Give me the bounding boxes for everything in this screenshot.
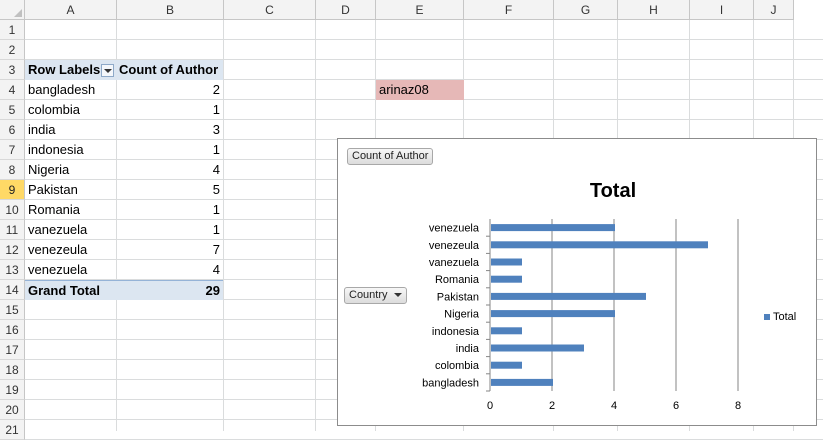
- pivot-row-value[interactable]: 5: [116, 180, 223, 200]
- row-header-10[interactable]: 10: [0, 200, 25, 220]
- pivot-row-label[interactable]: indonesia: [25, 140, 117, 160]
- chevron-down-icon: [393, 293, 402, 298]
- bar-vanezuela[interactable]: [491, 258, 522, 266]
- row-header-16[interactable]: 16: [0, 320, 25, 340]
- row-header-1[interactable]: 1: [0, 20, 25, 40]
- row-header-4[interactable]: 4: [0, 80, 25, 100]
- legend-label: Total: [773, 311, 796, 323]
- bar-india[interactable]: [491, 344, 584, 352]
- country-field-button[interactable]: Country: [344, 287, 407, 304]
- category-label: bangladesh: [422, 377, 479, 389]
- pivot-row-value[interactable]: 2: [116, 80, 223, 100]
- row-header-9[interactable]: 9: [0, 180, 25, 200]
- pivot-row-value[interactable]: 3: [116, 120, 223, 140]
- column-header-a[interactable]: A: [25, 0, 117, 20]
- grand-total-label[interactable]: Grand Total: [25, 280, 117, 300]
- category-label: colombia: [435, 360, 480, 372]
- pivot-row-value[interactable]: 4: [116, 260, 223, 280]
- row-labels-filter-dropdown[interactable]: [101, 64, 114, 77]
- pivot-row-value[interactable]: 4: [116, 160, 223, 180]
- column-header-j[interactable]: J: [754, 0, 794, 20]
- pivot-row-value[interactable]: 1: [116, 100, 223, 120]
- column-header-d[interactable]: D: [316, 0, 376, 20]
- column-header-b[interactable]: B: [117, 0, 224, 20]
- bar-venezeula[interactable]: [491, 241, 708, 249]
- column-header-h[interactable]: H: [618, 0, 690, 20]
- pivot-row-value[interactable]: 1: [116, 200, 223, 220]
- pivot-row-label[interactable]: venezuela: [25, 260, 117, 280]
- grand-total-value[interactable]: 29: [116, 280, 223, 300]
- row-header-8[interactable]: 8: [0, 160, 25, 180]
- pivot-row-label[interactable]: india: [25, 120, 117, 140]
- category-label: Nigeria: [444, 309, 480, 321]
- row-header-15[interactable]: 15: [0, 300, 25, 320]
- category-label: indonesia: [432, 326, 480, 338]
- pivot-row-label[interactable]: colombia: [25, 100, 117, 120]
- row-header-21[interactable]: 21: [0, 420, 25, 440]
- gridline-horizontal: [25, 39, 823, 40]
- row-header-13[interactable]: 13: [0, 260, 25, 280]
- row-header-14[interactable]: 14: [0, 280, 25, 300]
- spreadsheet-grid: ABCDEFGHIJ 1 2 3 4 5 6 7 8 9 10 11 12 13 14 15 16 17 18 19…: [0, 0, 823, 440]
- category-label: vanezuela: [429, 257, 480, 269]
- row-header-7[interactable]: 7: [0, 140, 25, 160]
- bar-nigeria[interactable]: [491, 310, 615, 318]
- row-header-20[interactable]: 20: [0, 400, 25, 420]
- category-label: india: [456, 343, 480, 355]
- x-tick-label: 4: [611, 400, 617, 412]
- row-header-19[interactable]: 19: [0, 380, 25, 400]
- x-tick-label: 2: [549, 400, 555, 412]
- pivot-row-label[interactable]: Pakistan: [25, 180, 117, 200]
- pivot-row-label[interactable]: Romania: [25, 200, 117, 220]
- pivot-row-label[interactable]: Nigeria: [25, 160, 117, 180]
- gridline-vertical: [223, 20, 224, 431]
- row-header-2[interactable]: 2: [0, 40, 25, 60]
- category-label: Pakistan: [437, 291, 479, 303]
- bar-venezuela[interactable]: [491, 224, 615, 232]
- count-of-author-field-button[interactable]: Count of Author: [347, 148, 434, 165]
- row-header-18[interactable]: 18: [0, 360, 25, 380]
- bar-romania[interactable]: [491, 275, 522, 283]
- row-header-3[interactable]: 3: [0, 60, 25, 80]
- row-header-11[interactable]: 11: [0, 220, 25, 240]
- chart-title: Total: [590, 180, 636, 202]
- row-header-12[interactable]: 12: [0, 240, 25, 260]
- x-tick-label: 6: [673, 400, 679, 412]
- select-all-corner[interactable]: [0, 0, 25, 20]
- column-header-f[interactable]: F: [464, 0, 554, 20]
- row-header-17[interactable]: 17: [0, 340, 25, 360]
- pivot-row-value[interactable]: 1: [116, 220, 223, 240]
- column-header-g[interactable]: G: [554, 0, 618, 20]
- pivot-row-label[interactable]: vanezuela: [25, 220, 117, 240]
- x-tick-label: 8: [735, 400, 741, 412]
- pivot-row-value[interactable]: 7: [116, 240, 223, 260]
- bar-bangladesh[interactable]: [491, 378, 553, 386]
- category-label: venezeula: [429, 240, 480, 252]
- pivot-row-value[interactable]: 1: [116, 140, 223, 160]
- bar-indonesia[interactable]: [491, 327, 522, 335]
- row-header-5[interactable]: 5: [0, 100, 25, 120]
- category-label: venezuela: [429, 223, 480, 235]
- column-header-c[interactable]: C: [224, 0, 316, 20]
- pivot-chart[interactable]: Count of Author Country Total 0 2 4 6 8 bangla…: [337, 138, 817, 426]
- pivot-row-label[interactable]: bangladesh: [25, 80, 117, 100]
- bar-colombia[interactable]: [491, 361, 522, 369]
- pivot-row-label[interactable]: venezeula: [25, 240, 117, 260]
- row-header-6[interactable]: 6: [0, 120, 25, 140]
- bar-pakistan[interactable]: [491, 292, 646, 300]
- legend-swatch: [764, 314, 770, 320]
- gridline-vertical: [315, 20, 316, 431]
- column-header-e[interactable]: E: [376, 0, 464, 20]
- pivot-value-header[interactable]: Count of Author: [116, 60, 223, 80]
- chart-plot: Total 0 2 4 6 8 bangladesh colombia india indones…: [422, 180, 796, 412]
- category-label: Romania: [435, 274, 480, 286]
- column-header-i[interactable]: I: [690, 0, 754, 20]
- x-tick-label: 0: [487, 400, 493, 412]
- cell-e4[interactable]: arinaz08: [376, 80, 464, 100]
